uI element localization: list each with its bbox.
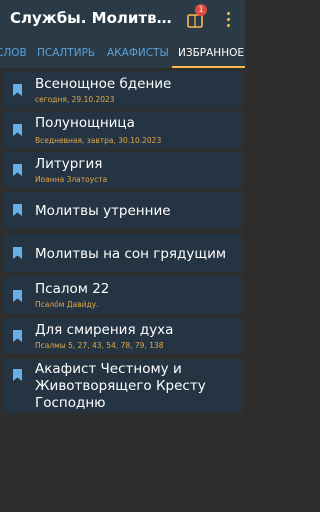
item-title: Молитвы на сон грядущим [35,246,227,262]
notification-badge: 1 [195,4,207,16]
bookmark-icon [13,124,22,136]
item-subtitle: Иоанна Златоуста [35,175,108,184]
list-item[interactable]: Всенощное бдение сегодня, 29.10.2023 [3,71,242,108]
bookmark-icon [13,330,22,342]
tab-izbrannoe[interactable]: ИЗБРАННОЕ [178,40,244,68]
list-item[interactable]: Акафист Честному и Животворящего Кресту … [3,359,242,413]
item-title: Всенощное бдение [35,76,172,92]
item-subtitle: Псало́м Дави́ду. [35,300,99,309]
tab-bar: СЛОВ ПСАЛТИРЬ АКАФИСТЫ ИЗБРАННОЕ [0,40,245,68]
item-title: Молитвы утренние [35,203,171,219]
item-title: Псалом 22 [35,281,110,297]
list-item[interactable]: Литургия Иоанна Златоуста [3,152,242,188]
tab-akafisty[interactable]: АКАФИСТЫ [107,40,169,68]
item-subtitle: Псалмы 5, 27, 43, 54, 78, 79, 138 [35,341,164,350]
item-title-line: Животворящего Кресту [35,378,206,394]
item-title: Для смирения духа [35,322,174,338]
list-item[interactable]: Полунощница Вседневная, завтра, 30.10.20… [3,111,242,149]
bookmark-icon [13,204,22,216]
more-vert-icon[interactable] [222,10,236,30]
bookmark-icon [13,369,22,381]
app-bar: Службы. Молитвослов 1 [0,0,245,40]
item-subtitle: сегодня, 29.10.2023 [35,95,115,104]
bookmark-icon [13,247,22,259]
tab-molitvoslov[interactable]: СЛОВ [0,40,27,68]
app-root: Службы. Молитвослов 1 СЛОВ ПСАЛТИРЬ АКАФ… [0,0,245,512]
list-item[interactable]: Молитвы утренние [3,192,242,229]
bookmark-icon [13,84,22,96]
item-title: Полунощница [35,115,135,131]
bookmark-icon [13,164,22,176]
list-item[interactable]: Молитвы на сон грядущим [3,234,242,272]
item-title: Литургия [35,156,103,172]
item-title-line: Акафист Честному и [35,361,182,377]
list-item[interactable]: Псалом 22 Псало́м Дави́ду. [3,276,242,314]
page-title: Службы. Молитвослов [10,9,175,27]
item-title-line: Господню [35,395,106,411]
reading-list-button[interactable]: 1 [185,4,207,32]
item-subtitle: Вседневная, завтра, 30.10.2023 [35,136,162,145]
tab-psaltir[interactable]: ПСАЛТИРЬ [37,40,95,68]
bookmark-icon [13,290,22,302]
active-tab-indicator [172,66,245,68]
list-item[interactable]: Для смирения духа Псалмы 5, 27, 43, 54, … [3,318,242,354]
